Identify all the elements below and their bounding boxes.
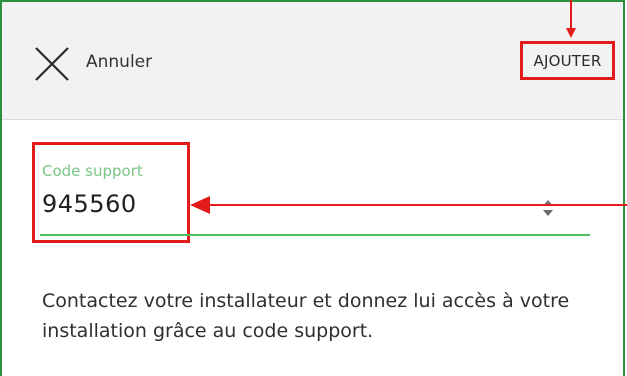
cancel-label[interactable]: Annuler	[86, 52, 152, 72]
close-x-icon	[35, 47, 69, 81]
annotation-arrow-left	[190, 196, 627, 214]
annotation-arrow-down	[566, 0, 576, 38]
add-button[interactable]: AJOUTER	[520, 41, 615, 80]
field-label: Code support	[42, 162, 143, 180]
support-code-input[interactable]: 945560	[42, 190, 137, 218]
close-button[interactable]	[32, 44, 72, 84]
help-description: Contactez votre installateur et donnez l…	[42, 290, 570, 342]
dialog-header: Annuler AJOUTER	[2, 2, 623, 120]
field-underline	[40, 234, 590, 236]
dialog-frame: Annuler AJOUTER Code support 945560 Cont…	[0, 0, 625, 376]
